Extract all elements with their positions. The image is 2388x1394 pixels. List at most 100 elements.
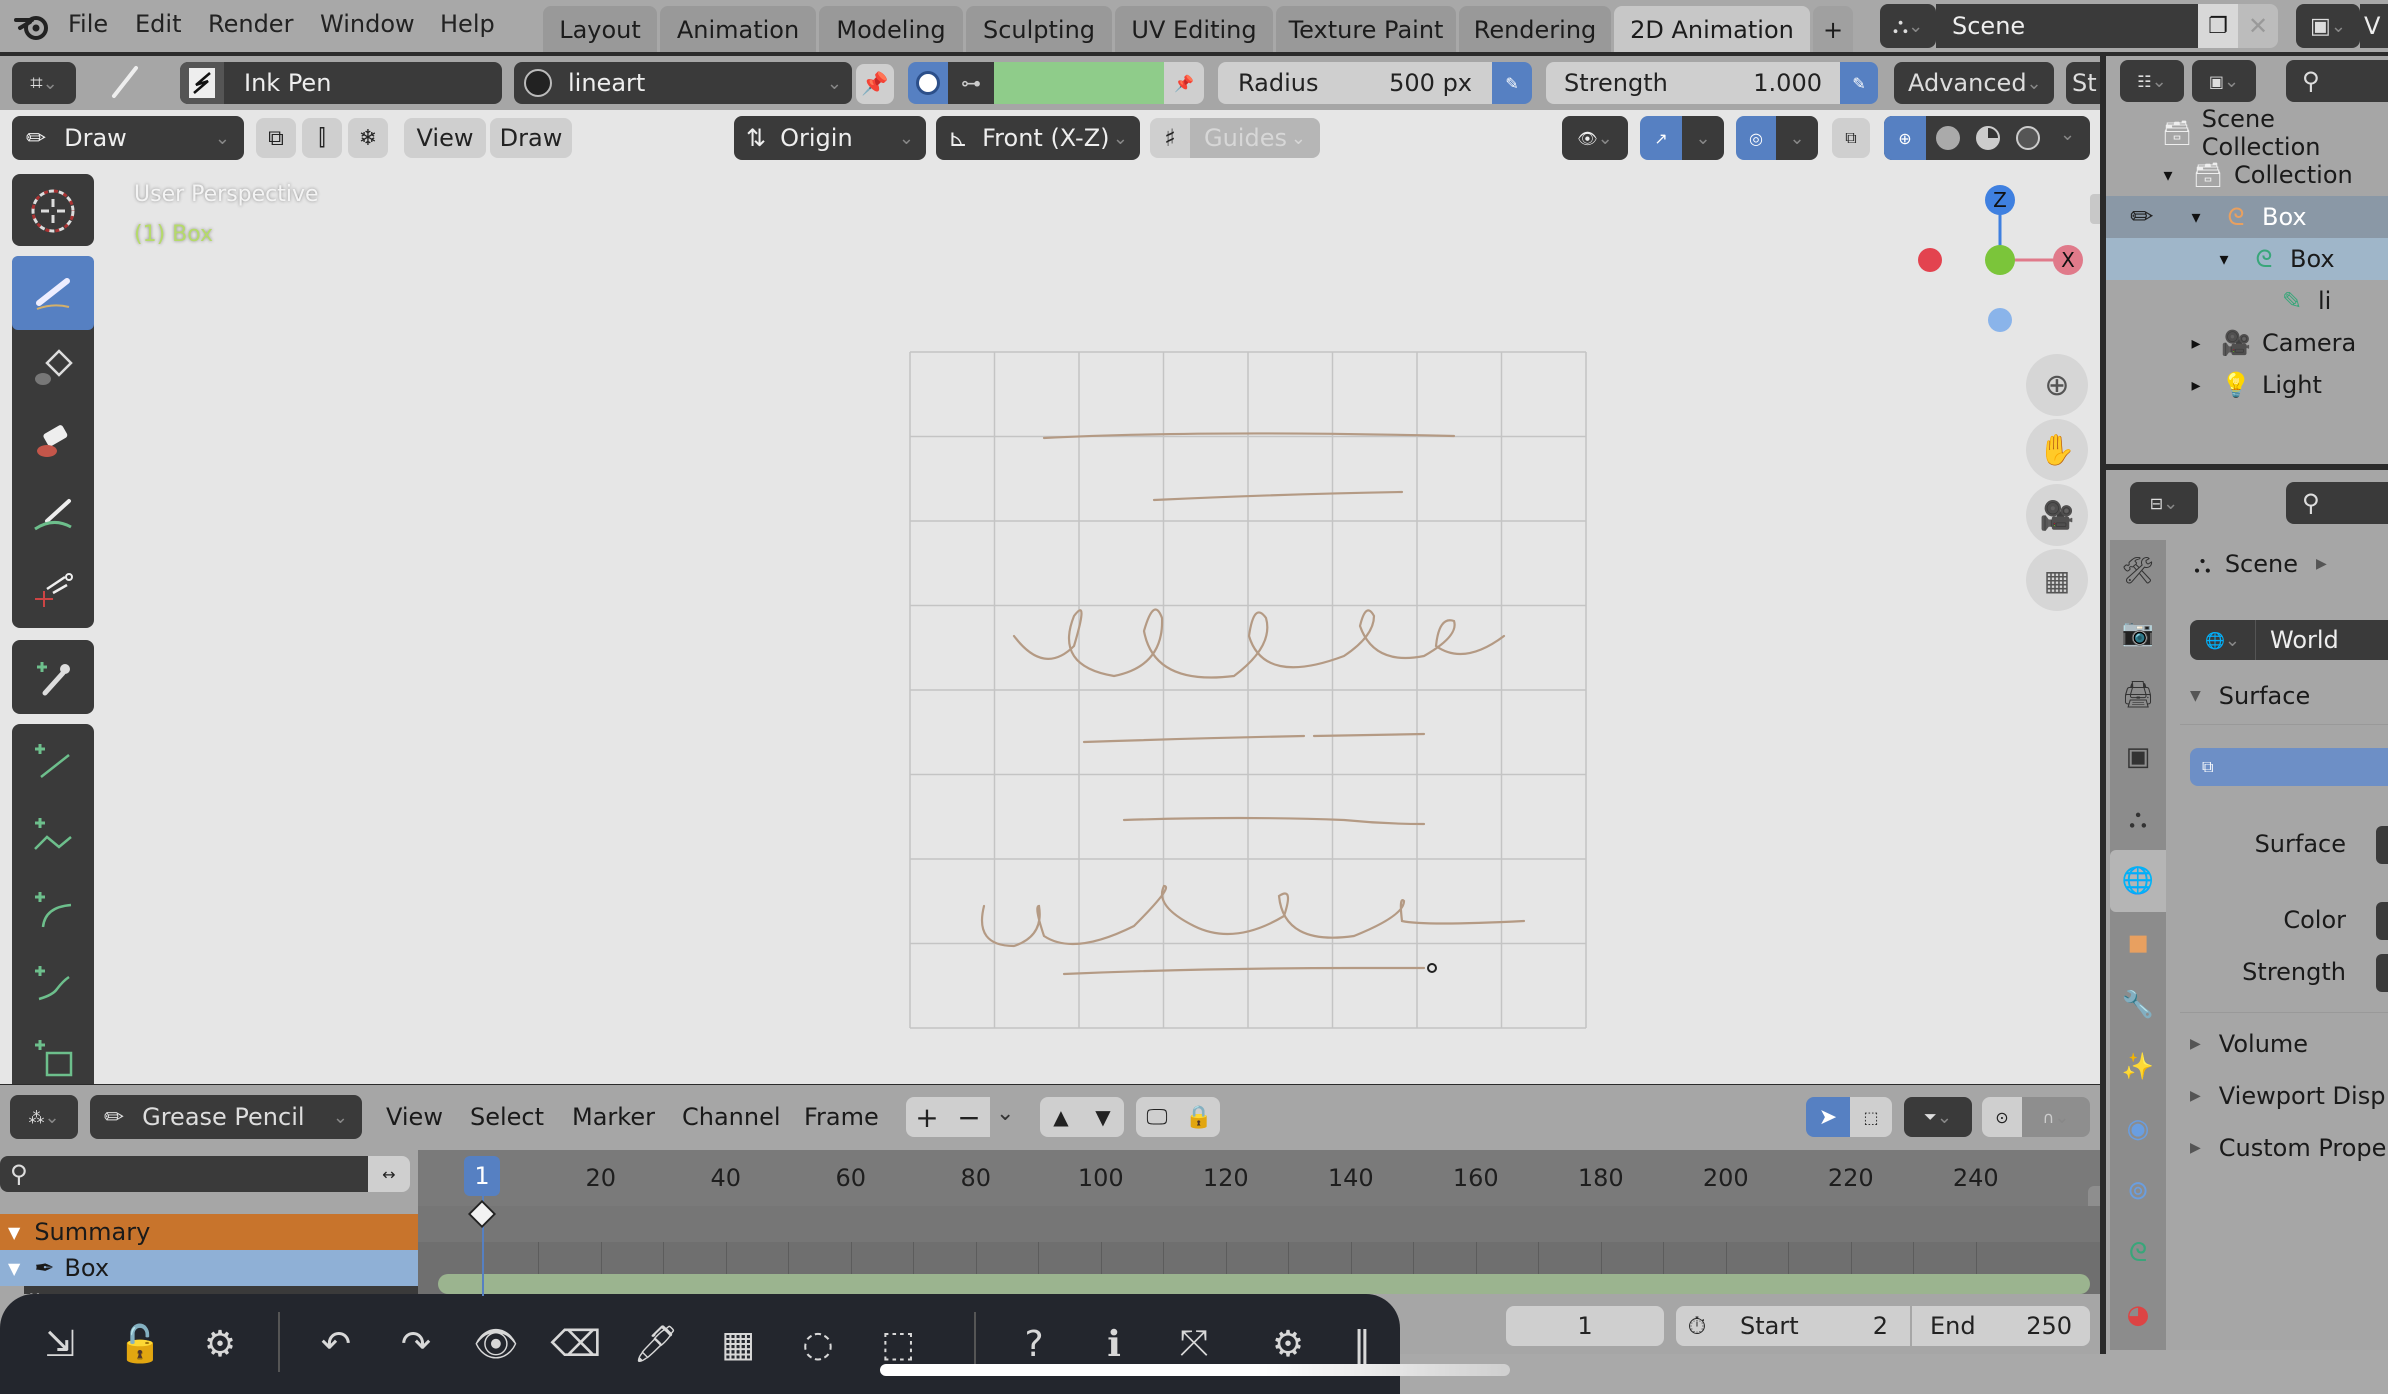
pencil-stroke[interactable] [1122, 816, 1426, 826]
outliner-editor-type[interactable]: ☷ ⌄ [2120, 60, 2184, 102]
sidebar-toggle-tab[interactable] [2090, 194, 2100, 224]
dopesheet-editor-type[interactable]: ⁂ ⌄ [10, 1095, 78, 1139]
layer-up-button[interactable]: ▲ [1040, 1097, 1082, 1137]
filter-dropdown[interactable]: ⏷ ⌄ [1904, 1097, 1972, 1137]
draw-tool-button[interactable] [12, 256, 94, 330]
delete-keyframe-button[interactable]: − [948, 1097, 990, 1137]
properties-tab-output[interactable]: 🖨 [2110, 664, 2166, 726]
properties-tab-scene[interactable]: ⛬ [2110, 788, 2166, 850]
pin-color-button[interactable]: 📌 [1164, 62, 1204, 104]
properties-tab-constraints[interactable]: ⊚ [2110, 1160, 2166, 1222]
polyline-tool-button[interactable] [12, 798, 94, 872]
help-icon[interactable]: ? [1008, 1318, 1060, 1370]
redo-icon[interactable]: ↷ [390, 1318, 442, 1370]
outliner-row[interactable]: ▸ 💡 Light [2106, 364, 2388, 406]
tl-menu-marker[interactable]: Marker [572, 1103, 655, 1131]
shading-rendered-button[interactable] [2016, 126, 2040, 150]
channel-summary[interactable]: ▼ Summary [0, 1214, 418, 1250]
undo-icon[interactable]: ↶ [310, 1318, 362, 1370]
display-mode-dropdown[interactable]: ▣ ⌄ [2192, 60, 2256, 102]
strength-pressure-toggle[interactable]: ✎ [1840, 62, 1878, 104]
outliner-row[interactable]: 🗃 Scene Collection [2106, 105, 2388, 161]
color-mode-vertex-button[interactable]: ⊶ [948, 62, 994, 104]
properties-tab-object[interactable]: ◼ [2110, 912, 2166, 974]
viewport-3d[interactable]: ✏ Draw ⌄ ⧉ ⫿ ❄ View Draw ⇅ Origin ⌄ ⊾ Fr… [0, 110, 2100, 1096]
scene-selector-button[interactable]: ⛬ ⌄ [1880, 4, 1936, 48]
fill-tool-button[interactable] [12, 330, 94, 404]
pause-icon[interactable]: ‖ [1336, 1318, 1388, 1370]
properties-search-input[interactable]: ⚲ [2286, 482, 2388, 524]
draw-menu[interactable]: Draw [490, 118, 572, 158]
shading-solid-button[interactable] [1936, 126, 1960, 150]
overlays-dropdown[interactable]: ⌄ [1776, 116, 1818, 160]
lock-toggle[interactable]: 🔒 [1178, 1097, 1220, 1137]
properties-tab-tool[interactable]: 🛠 [2110, 540, 2166, 602]
pencil-stroke[interactable] [1082, 732, 1426, 744]
falloff-dropdown[interactable]: ∩ ⌄ [2022, 1097, 2090, 1137]
preview-range-toggle[interactable]: ⏱ [1676, 1306, 1718, 1346]
tab-2d-animation[interactable]: 2D Animation [1614, 6, 1810, 54]
current-frame-field[interactable]: 1 [1506, 1306, 1664, 1346]
erase-tool-button[interactable] [12, 404, 94, 478]
menu-edit[interactable]: Edit [135, 10, 181, 38]
outliner-row[interactable]: ✎ li [2106, 280, 2388, 322]
menu-help[interactable]: Help [440, 10, 495, 38]
cursor-tool[interactable] [12, 174, 94, 246]
pencil-stroke[interactable] [1062, 966, 1426, 976]
properties-tab-modifiers[interactable]: 🔧 [2110, 974, 2166, 1036]
surface-panel-header[interactable]: ▼ Surface [2190, 682, 2388, 710]
camera-view-button[interactable]: 🎥 [2026, 484, 2088, 546]
tl-menu-view[interactable]: View [386, 1103, 443, 1131]
gizmo-neg-x[interactable] [1918, 248, 1942, 272]
pencil-stroke[interactable] [980, 884, 1526, 948]
curve-tool-button[interactable] [12, 946, 94, 1020]
selectability-visibility-dropdown[interactable]: 👁 ⌄ [1562, 116, 1628, 160]
world-selector[interactable]: 🌐 ⌄ World [2190, 620, 2388, 660]
color-mode-material-button[interactable] [908, 62, 948, 104]
shading-material-button[interactable] [1976, 126, 2000, 150]
editor-type-button[interactable]: ⌗ ⌄ [12, 62, 76, 104]
menu-render[interactable]: Render [208, 10, 293, 38]
chevron-down-icon[interactable]: ⌄ [2060, 124, 2075, 145]
channel-box[interactable]: ▼ ✒ Box [0, 1250, 418, 1286]
perspective-toggle-button[interactable]: ▦ [2026, 549, 2088, 611]
settings-icon[interactable]: ⚙ [194, 1318, 246, 1370]
material-selector[interactable]: lineart ⌄ [514, 62, 852, 104]
lasso-icon[interactable]: ◌ [792, 1318, 844, 1370]
properties-tab-render[interactable]: 📷 [2110, 602, 2166, 664]
pencil-stroke[interactable] [1152, 490, 1404, 502]
info-icon[interactable]: ℹ [1088, 1318, 1140, 1370]
proportional-edit-toggle[interactable]: ⊙ [1982, 1097, 2022, 1137]
radius-pressure-toggle[interactable]: ✎ [1492, 62, 1532, 104]
export-icon[interactable]: ⇲ [34, 1318, 86, 1370]
tab-uv-editing[interactable]: UV Editing [1115, 6, 1273, 54]
pan-button[interactable]: ✋ [2026, 419, 2088, 481]
unlock-icon[interactable]: 🔓 [114, 1318, 166, 1370]
delete-scene-button[interactable]: ✕ [2238, 4, 2278, 48]
guides-toggle[interactable]: ♯ [1150, 118, 1190, 158]
tab-texture-paint[interactable]: Texture Paint [1276, 6, 1456, 54]
box-select-icon[interactable]: ⬚ [872, 1318, 924, 1370]
tl-menu-channel[interactable]: Channel [682, 1103, 781, 1131]
origin-dropdown[interactable]: ⇅ Origin ⌄ [734, 116, 926, 160]
tl-menu-frame[interactable]: Frame [804, 1103, 879, 1131]
pin-material-button[interactable]: 📌 [856, 64, 894, 104]
dopesheet-mode-dropdown[interactable]: ✏ Grease Pencil ⌄ [90, 1095, 362, 1139]
guides-dropdown[interactable]: Guides ⌄ [1190, 118, 1320, 158]
preferences-icon[interactable]: ⚙ [1262, 1318, 1314, 1370]
end-frame-field[interactable]: End 250 [1912, 1306, 2090, 1346]
properties-tab-data[interactable]: ᘓ [2110, 1222, 2166, 1284]
chevron-down-icon[interactable]: ⌄ [996, 1101, 1014, 1126]
properties-tab-particles[interactable]: ✨ [2110, 1036, 2166, 1098]
properties-editor-type[interactable]: ⊟ ⌄ [2130, 482, 2198, 524]
select-tool-button[interactable]: ➤ [1806, 1097, 1850, 1137]
fullscreen-icon[interactable]: ⤧ [1168, 1318, 1220, 1370]
scene-name-field[interactable]: Scene [1936, 4, 2198, 48]
radius-field[interactable]: Radius 500 px [1218, 62, 1492, 104]
expand-toggle-icon[interactable]: ▾ [2154, 165, 2182, 186]
line-tool-button[interactable] [12, 724, 94, 798]
frame-ruler[interactable]: 20 40 60 80 100 120 140 160 180 200 220 240 1 [418, 1150, 2100, 1214]
pen-icon[interactable]: 🖊 [630, 1318, 682, 1370]
surface-field[interactable] [2376, 826, 2388, 864]
multiframe-toggle[interactable]: ⧉ [256, 118, 296, 158]
